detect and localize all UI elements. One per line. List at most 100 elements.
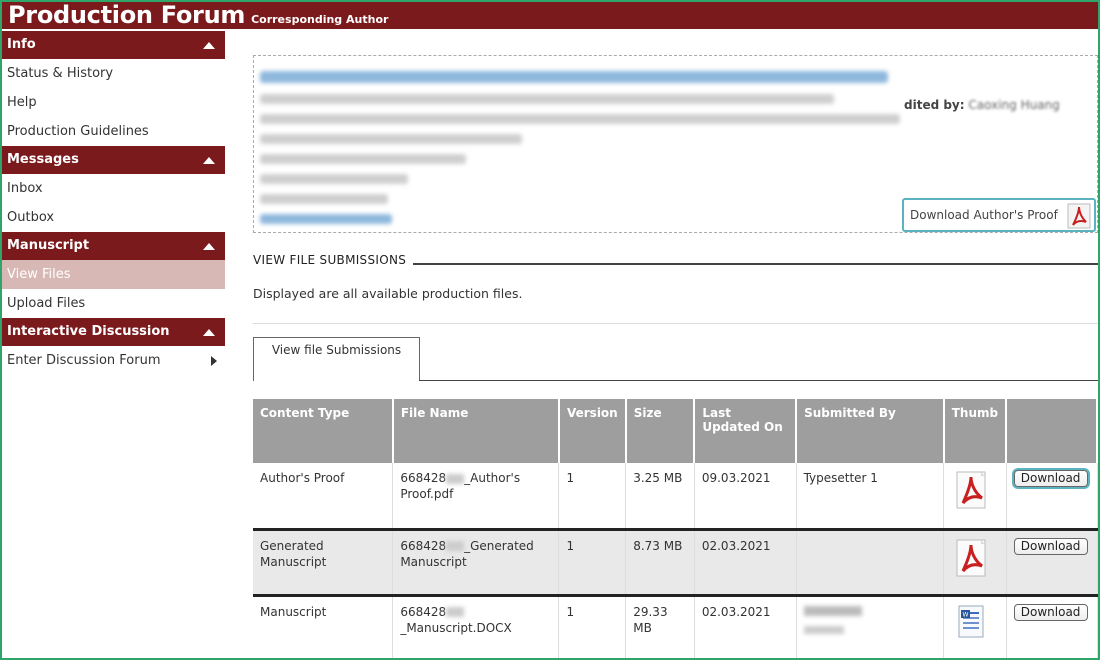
download-button[interactable]: Download — [1013, 603, 1088, 621]
section-divider — [413, 263, 1098, 265]
cell-thumb: W — [943, 595, 1007, 660]
edited-by: dited by: Caoxing Huang — [904, 98, 1060, 112]
collapse-caret-icon[interactable] — [203, 42, 215, 49]
tab-view-file-submissions[interactable]: View file Submissions — [253, 337, 420, 381]
sidebar-section-manuscript[interactable]: Manuscript — [2, 232, 225, 260]
cell-submitted-by — [796, 595, 945, 660]
column-header[interactable]: Last Updated On — [694, 399, 798, 463]
tab-baseline — [419, 380, 1098, 381]
table-row: Author's Proof 668428 _Author's Proof.pdf… — [253, 463, 1098, 531]
cell-size: 8.73 MB — [625, 529, 695, 597]
column-header[interactable]: Size — [625, 399, 696, 463]
cell-file-name: 668428 _Author's Proof.pdf — [392, 463, 560, 531]
svg-text:W: W — [963, 611, 969, 618]
files-table: Content Type File Name Version Size Last… — [253, 399, 1098, 660]
download-button[interactable]: Download — [1013, 470, 1088, 487]
sidebar-item-enter-discussion-forum[interactable]: Enter Discussion Forum — [2, 346, 225, 375]
cell-version: 1 — [558, 595, 627, 660]
redacted-authors — [260, 94, 834, 104]
sidebar-item-inbox[interactable]: Inbox — [2, 174, 225, 203]
cell-last-updated: 02.03.2021 — [694, 595, 797, 660]
column-header[interactable]: Submitted By — [796, 399, 945, 463]
collapse-caret-icon[interactable] — [203, 329, 215, 336]
column-header[interactable]: File Name — [392, 399, 560, 463]
pdf-icon[interactable] — [955, 538, 989, 578]
file-name-prefix: 668428 — [400, 538, 447, 553]
cell-version: 1 — [558, 529, 627, 597]
app-title: Production Forum — [8, 1, 246, 29]
cell-content-type: Generated Manuscript — [253, 529, 394, 597]
cell-thumb — [943, 463, 1007, 531]
cell-content-type: Manuscript — [253, 595, 394, 660]
sidebar-section-interactive-discussion[interactable]: Interactive Discussion — [2, 318, 225, 346]
section-description: Displayed are all available production f… — [253, 286, 523, 301]
cell-action: Download — [1006, 595, 1098, 660]
table-row: Manuscript 668428_Manuscript.DOCX 1 29.3… — [253, 595, 1098, 660]
redacted-id — [446, 607, 465, 617]
sidebar-item-upload-files[interactable]: Upload Files — [2, 289, 225, 318]
divider — [253, 323, 1098, 324]
column-header[interactable]: Content Type — [253, 399, 394, 463]
section-label: Messages — [7, 152, 79, 167]
cell-last-updated: 02.03.2021 — [694, 529, 797, 597]
column-header[interactable]: Version — [558, 399, 627, 463]
sidebar-section-messages[interactable]: Messages — [2, 146, 225, 174]
sidebar-item-production-guidelines[interactable]: Production Guidelines — [2, 117, 225, 146]
file-name-prefix: 668428 — [400, 604, 447, 619]
collapse-caret-icon[interactable] — [203, 243, 215, 250]
app-header: Production Forum Corresponding Author — [2, 2, 1098, 29]
cell-action: Download — [1006, 463, 1098, 531]
redacted-typesetter — [260, 174, 408, 184]
file-name-prefix: 668428 — [400, 471, 447, 485]
section-label: Interactive Discussion — [7, 324, 170, 339]
cell-content-type: Author's Proof — [253, 463, 394, 531]
edited-by-value: Caoxing Huang — [968, 98, 1060, 112]
redacted-manuscript-id — [260, 194, 388, 204]
sidebar: Info Status & History Help Production Gu… — [2, 31, 225, 375]
sidebar-section-info[interactable]: Info — [2, 31, 225, 59]
sidebar-item-view-files[interactable]: View Files — [2, 260, 225, 289]
section-title: VIEW FILE SUBMISSIONS — [253, 253, 407, 267]
sidebar-item-status-history[interactable]: Status & History — [2, 59, 225, 88]
file-name-rest: _Manuscript.DOCX — [400, 620, 512, 635]
table-row: Generated Manuscript 668428 _Generated Ma… — [253, 529, 1098, 597]
word-doc-icon[interactable]: W — [955, 604, 989, 640]
table-header-row: Content Type File Name Version Size Last… — [253, 399, 1098, 463]
section-label: Info — [7, 37, 36, 52]
download-button[interactable]: Download — [1013, 537, 1088, 555]
download-proof-label: Download Author's Proof — [910, 208, 1058, 222]
redacted-link[interactable] — [260, 214, 392, 224]
redacted-id — [446, 473, 465, 484]
cell-file-name: 668428_Manuscript.DOCX — [392, 595, 560, 660]
edited-by-label: dited by: — [904, 98, 965, 112]
cell-size: 3.25 MB — [625, 463, 695, 531]
section-label: Manuscript — [7, 238, 90, 253]
chevron-right-icon — [211, 356, 217, 366]
redacted-manuscript-title[interactable] — [260, 71, 888, 83]
nav-label: Enter Discussion Forum — [7, 353, 161, 368]
manuscript-info-box: dited by: Caoxing Huang Download Author'… — [253, 55, 1098, 233]
cell-file-name: 668428 _Generated Manuscript — [392, 529, 560, 597]
redacted-submitter-detail — [803, 625, 844, 634]
download-authors-proof-button[interactable]: Download Author's Proof — [902, 198, 1096, 232]
cell-submitted-by — [796, 529, 945, 597]
column-header — [1006, 399, 1098, 463]
redacted-submitter — [803, 605, 862, 616]
pdf-icon[interactable] — [955, 470, 989, 510]
cell-size: 29.33 MB — [625, 595, 695, 660]
redacted-doi — [260, 154, 466, 164]
sidebar-item-help[interactable]: Help — [2, 88, 225, 117]
redacted-field — [260, 134, 522, 144]
cell-thumb — [943, 529, 1007, 597]
cell-version: 1 — [558, 463, 627, 531]
redacted-article-type — [260, 114, 900, 124]
user-role: Corresponding Author — [251, 13, 389, 26]
cell-submitted-by: Typesetter 1 — [796, 463, 945, 531]
pdf-icon — [1067, 203, 1091, 229]
collapse-caret-icon[interactable] — [203, 157, 215, 164]
column-header: Thumb — [943, 399, 1008, 463]
cell-action: Download — [1006, 529, 1098, 597]
redacted-id — [446, 541, 465, 551]
cell-last-updated: 09.03.2021 — [694, 463, 797, 531]
sidebar-item-outbox[interactable]: Outbox — [2, 203, 225, 232]
